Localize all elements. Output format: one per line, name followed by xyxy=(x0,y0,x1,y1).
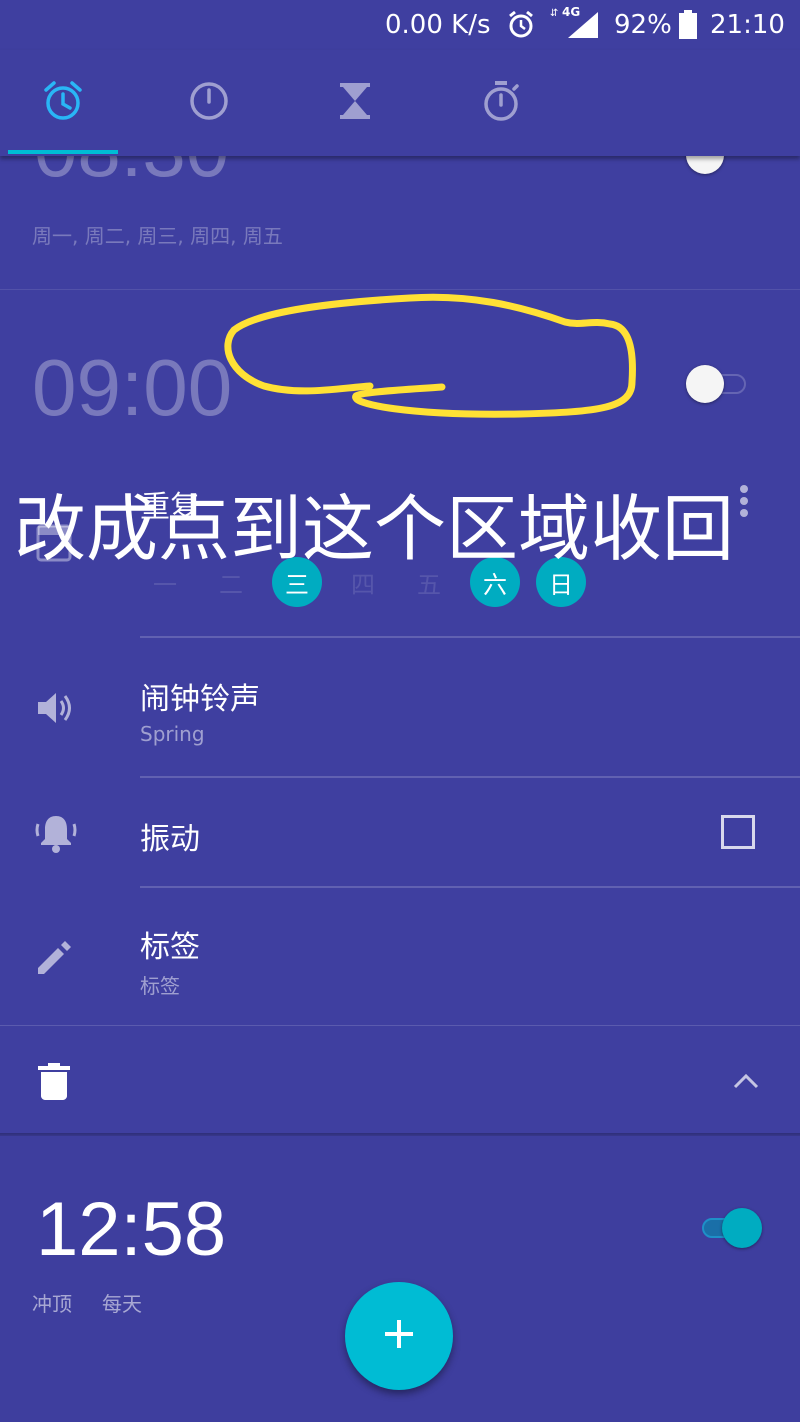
label-title: 标签 xyxy=(140,930,200,965)
alarm-clock-icon xyxy=(41,79,85,127)
alarm-status-icon xyxy=(506,10,536,44)
alarm-item-top[interactable]: 08:30 周一, 周二, 周三, 周四, 周五 xyxy=(0,156,800,290)
tab-indicator xyxy=(8,150,118,154)
tab-bar xyxy=(0,50,800,156)
vibrate-row[interactable]: 振动 xyxy=(0,778,800,886)
volume-icon xyxy=(36,690,74,730)
divider xyxy=(0,1025,800,1026)
ringtone-value: Spring xyxy=(140,722,205,746)
alarm-repeat: 每天 xyxy=(102,1292,142,1316)
alarm-days: 周一, 周二, 周三, 周四, 周五 xyxy=(32,224,283,248)
alarm-toggle[interactable] xyxy=(686,364,746,404)
vibrate-title: 振动 xyxy=(140,822,200,857)
status-bar: 0.00 K/s ⇵ 4G 92% 21:10 xyxy=(0,0,800,50)
ringtone-title: 闹钟铃声 xyxy=(140,682,260,717)
plus-icon xyxy=(385,1320,413,1352)
alarm-time[interactable]: 09:00 xyxy=(32,342,232,434)
clock-time: 21:10 xyxy=(710,10,785,40)
network-speed: 0.00 K/s xyxy=(385,10,491,40)
pencil-icon xyxy=(36,938,74,980)
more-options-icon[interactable] xyxy=(737,484,751,520)
battery-icon xyxy=(678,10,698,44)
alarm-label: 冲顶 xyxy=(32,1292,72,1316)
trash-icon[interactable] xyxy=(38,1063,70,1105)
label-value: 标签 xyxy=(140,974,180,998)
vibrate-checkbox[interactable] xyxy=(721,815,755,849)
highlight-circle xyxy=(220,290,650,434)
tab-alarm[interactable] xyxy=(8,50,118,156)
label-row[interactable]: 标签 标签 xyxy=(0,888,800,1024)
data-arrows-icon: ⇵ xyxy=(550,8,559,19)
ringtone-row[interactable]: 闹钟铃声 Spring xyxy=(0,638,800,776)
stopwatch-icon xyxy=(481,79,521,127)
clock-icon xyxy=(188,80,230,126)
tab-clock[interactable] xyxy=(154,50,264,156)
tab-timer[interactable] xyxy=(300,50,410,156)
annotation-text: 改成点到这个区域收回 xyxy=(14,487,735,571)
add-alarm-button[interactable] xyxy=(345,1282,453,1390)
alarm-toggle[interactable] xyxy=(686,156,724,174)
alarm-toggle-on[interactable] xyxy=(700,1206,766,1250)
alarm-time[interactable]: 12:58 xyxy=(36,1186,226,1273)
signal-icon xyxy=(566,10,600,44)
tab-stopwatch[interactable] xyxy=(446,50,556,156)
vibrate-bell-icon xyxy=(34,812,78,858)
chevron-up-icon[interactable] xyxy=(733,1072,759,1094)
alarm-time: 08:30 xyxy=(34,156,229,195)
battery-percent: 92% xyxy=(614,10,672,40)
hourglass-icon xyxy=(337,81,373,125)
